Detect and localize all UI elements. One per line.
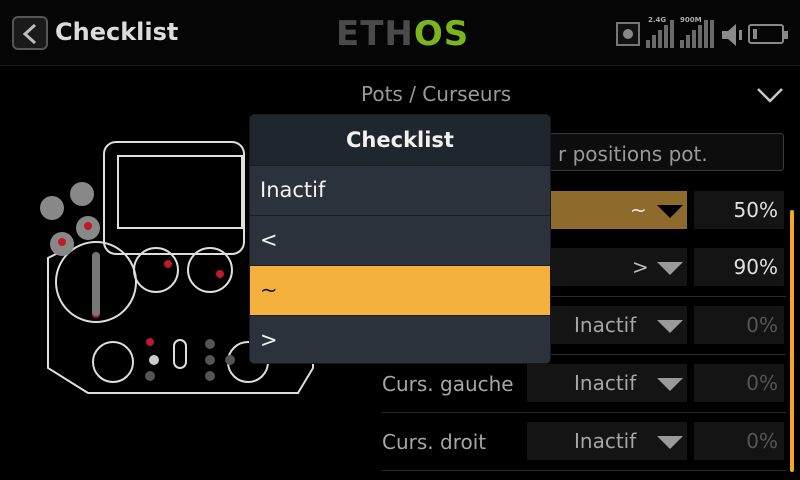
dropdown-arrow-icon xyxy=(657,205,683,218)
option-inactif[interactable]: Inactif xyxy=(250,165,550,215)
row-label-right-slider: Curs. droit xyxy=(382,430,487,454)
option-greater-than[interactable]: > xyxy=(250,315,550,363)
chevron-down-icon[interactable] xyxy=(756,86,784,104)
sd-card-icon xyxy=(616,22,640,46)
dropdown-arrow-icon xyxy=(657,378,683,391)
dialog-title: Checklist xyxy=(250,115,550,165)
right-slider-select[interactable]: Inactif xyxy=(527,422,687,460)
pot-select-1[interactable]: ~ xyxy=(540,191,687,229)
signal-24g-label: 2.4G xyxy=(648,16,667,24)
hint-text: r positions pot. xyxy=(558,142,708,166)
top-bar: Checklist ETHOS 2.4G 900M xyxy=(0,0,800,66)
status-area: 2.4G 900M xyxy=(616,16,792,50)
option-less-than[interactable]: < xyxy=(250,215,550,265)
page-title: Checklist xyxy=(55,18,179,46)
dropdown-arrow-icon xyxy=(657,320,683,333)
row-divider xyxy=(382,470,786,471)
dropdown-arrow-icon xyxy=(657,436,683,449)
speaker-icon xyxy=(722,24,742,46)
right-slider-percent[interactable]: 0% xyxy=(694,422,784,460)
battery-icon xyxy=(748,24,788,44)
row-divider xyxy=(550,354,786,355)
signal-900m-label: 900M xyxy=(680,16,702,24)
option-tilde[interactable]: ~ xyxy=(250,265,550,315)
ethos-logo: ETHOS xyxy=(336,14,470,54)
section-title: Pots / Curseurs xyxy=(361,82,512,106)
percent-field-1[interactable]: 50% xyxy=(694,191,784,229)
percent-field-2[interactable]: 90% xyxy=(694,248,784,286)
row-divider xyxy=(550,296,786,297)
left-slider-select[interactable]: Inactif xyxy=(527,364,687,402)
left-slider-percent[interactable]: 0% xyxy=(694,364,784,402)
scrollbar[interactable] xyxy=(790,210,794,472)
pot-select-2[interactable]: > xyxy=(540,248,687,286)
chevron-left-icon xyxy=(22,23,37,45)
checklist-dialog: Checklist Inactif < ~ > xyxy=(250,115,550,363)
row-label-left-slider: Curs. gauche xyxy=(382,372,514,396)
back-button[interactable] xyxy=(12,16,48,50)
dropdown-arrow-icon xyxy=(657,262,683,275)
row-divider xyxy=(382,412,786,413)
percent-field-3[interactable]: 0% xyxy=(694,306,784,344)
pot-select-3[interactable]: Inactif xyxy=(527,306,687,344)
